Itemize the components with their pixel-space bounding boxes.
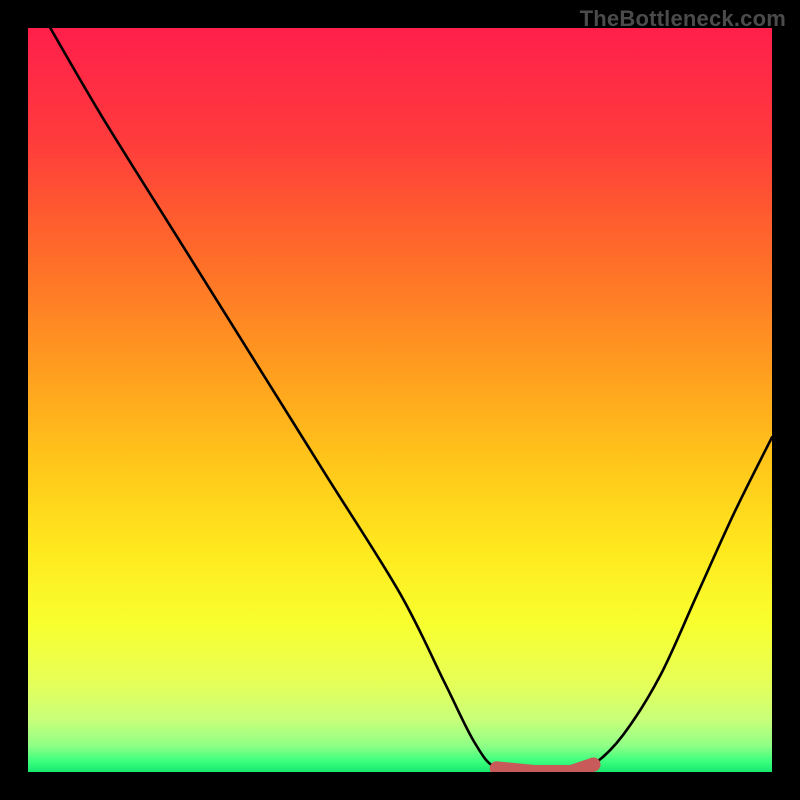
plot-area	[28, 28, 772, 772]
watermark-text: TheBottleneck.com	[580, 6, 786, 32]
chart-svg	[28, 28, 772, 772]
optimal-range-end-dot	[586, 758, 600, 772]
optimal-range-marker	[497, 765, 594, 772]
chart-frame: TheBottleneck.com	[0, 0, 800, 800]
